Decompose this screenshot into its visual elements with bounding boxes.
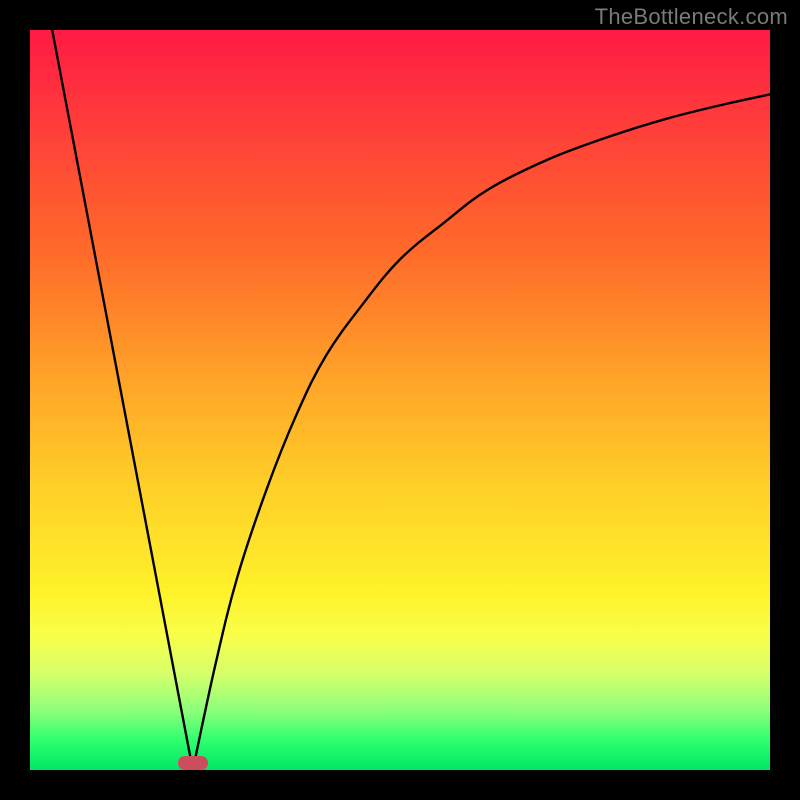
curve-svg bbox=[30, 30, 770, 770]
left-branch-path bbox=[52, 30, 193, 770]
plot-area bbox=[30, 30, 770, 770]
right-branch-path bbox=[193, 94, 770, 770]
chart-frame: TheBottleneck.com bbox=[0, 0, 800, 800]
bottleneck-marker bbox=[178, 756, 208, 770]
watermark-text: TheBottleneck.com bbox=[595, 4, 788, 30]
